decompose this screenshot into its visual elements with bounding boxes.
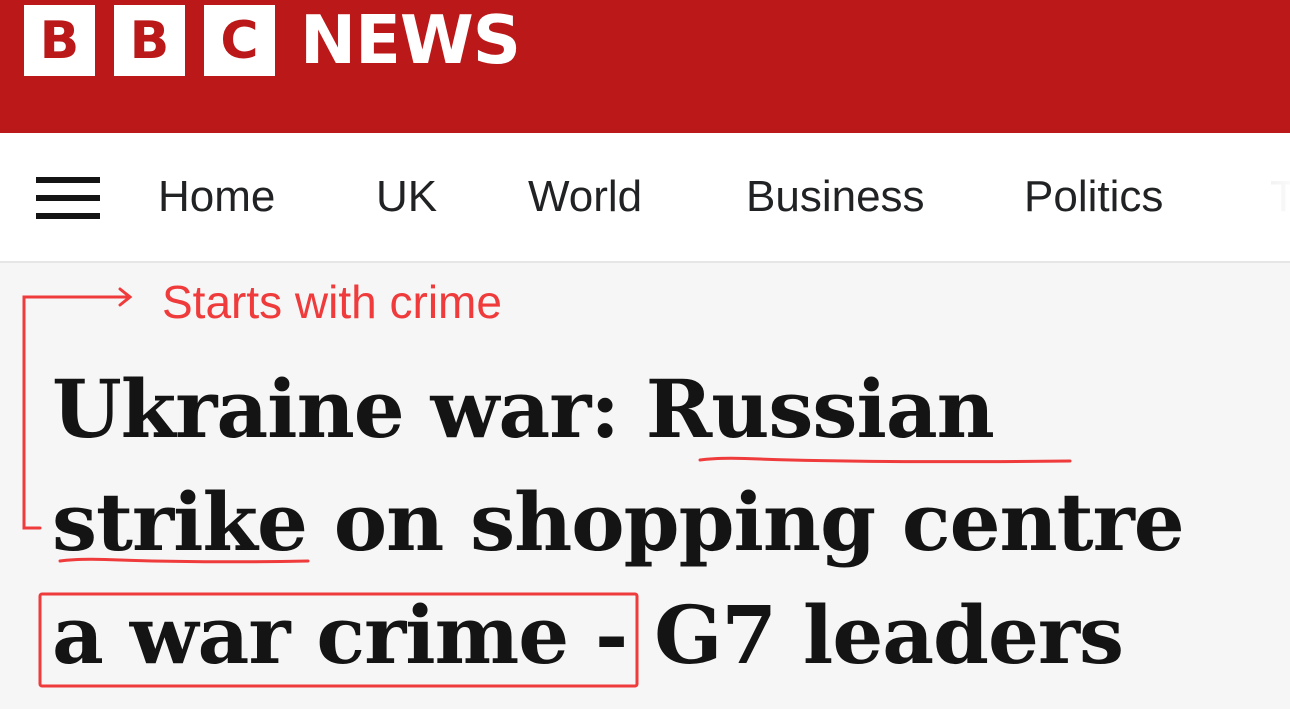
- headline-line-2: strike on shopping centre: [52, 475, 1185, 569]
- news-wordmark[interactable]: NEWS: [300, 2, 521, 78]
- nav-item-politics[interactable]: Politics: [1024, 169, 1163, 225]
- headline-line-3: a war crime - G7 leaders: [52, 588, 1124, 682]
- nav-scroll-fade: [1170, 133, 1290, 259]
- bbc-news-masthead: B B C NEWS: [0, 0, 1290, 133]
- main-navigation: Home UK World Business Politics T: [0, 133, 1290, 263]
- hamburger-menu-icon[interactable]: [36, 176, 100, 220]
- nav-item-business[interactable]: Business: [746, 169, 925, 225]
- nav-item-home[interactable]: Home: [158, 169, 275, 225]
- headline-line-1: Ukraine war: Russian: [52, 362, 995, 456]
- bbc-logo-block-b2[interactable]: B: [114, 5, 185, 76]
- nav-item-world[interactable]: World: [528, 169, 642, 225]
- bbc-logo-block-b1[interactable]: B: [24, 5, 95, 76]
- arrow-head-icon: [118, 287, 133, 307]
- annotation-label: Starts with crime: [162, 276, 502, 328]
- nav-item-uk[interactable]: UK: [376, 169, 437, 225]
- bbc-logo-block-c[interactable]: C: [204, 5, 275, 76]
- article-headline: Ukraine war: Russian strike on shopping …: [52, 353, 1282, 692]
